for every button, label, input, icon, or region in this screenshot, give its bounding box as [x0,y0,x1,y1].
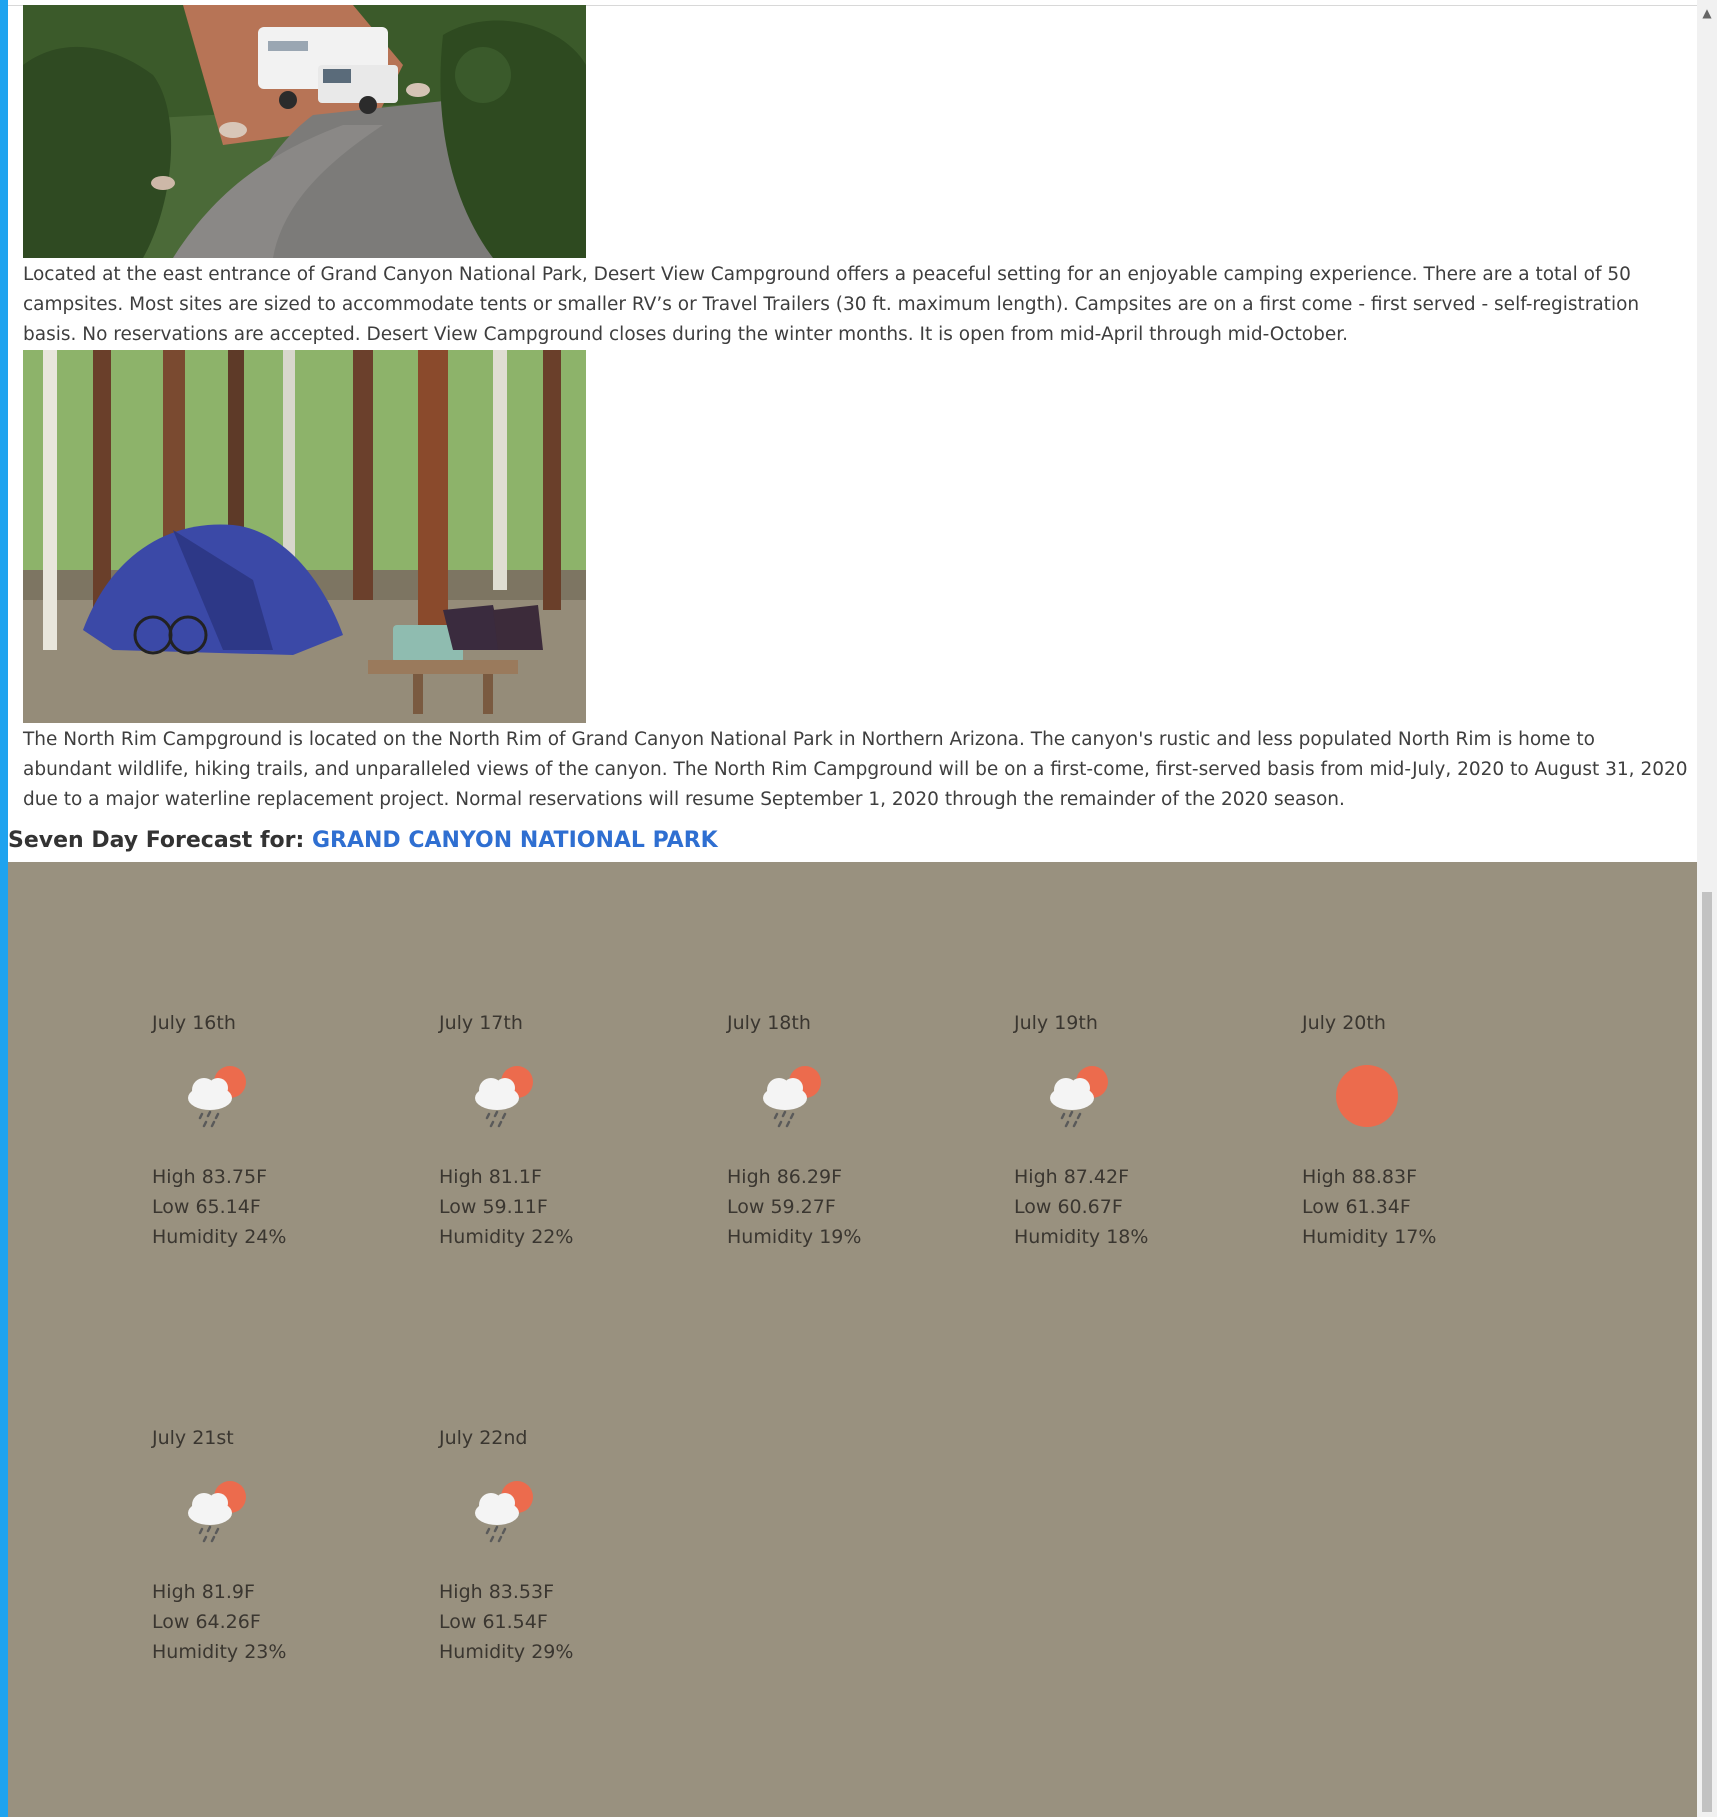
forecast-high: High 81.9F [152,1581,255,1603]
sun-icon [1336,1065,1398,1127]
forecast-heading-label: Seven Day Forecast for: [8,828,305,853]
rain-sun-icon [475,1066,533,1128]
forecast-stats: High 81.1F Low 59.11F Humidity 22% [439,1162,679,1252]
forecast-day-card: July 21st High 81.9F Low 64.26F Humidity… [152,1425,392,1663]
scroll-up-arrow-icon[interactable]: ▲ [1700,6,1714,20]
scrollbar-thumb[interactable] [1702,892,1712,1812]
rain-sun-icon [1050,1066,1108,1128]
forecast-date: July 21st [152,1427,234,1449]
forecast-high: High 86.29F [727,1166,843,1188]
forecast-humidity: Humidity 17% [1302,1226,1437,1248]
north-rim-campground-photo [23,350,586,723]
forecast-humidity: Humidity 19% [727,1226,862,1248]
forecast-date: July 19th [1014,1012,1098,1034]
desert-view-campground-photo [23,5,586,258]
forecast-low: Low 65.14F [152,1196,261,1218]
north-rim-description: The North Rim Campground is located on t… [23,729,1688,810]
forecast-stats: High 87.42F Low 60.67F Humidity 18% [1014,1162,1254,1252]
forecast-low: Low 64.26F [152,1611,261,1633]
forecast-day-card: July 17th High 81.1F Low 59.11F Humidity… [439,1010,679,1248]
forecast-date: July 18th [727,1012,811,1034]
forecast-day-card: July 19th High 87.42F Low 60.67F Humidit… [1014,1010,1254,1248]
forecast-low: Low 61.34F [1302,1196,1411,1218]
forecast-day-card: July 16th High 83.75F Low 65.14F Humidit… [152,1010,392,1248]
forecast-low: Low 59.11F [439,1196,548,1218]
forecast-stats: High 83.75F Low 65.14F Humidity 24% [152,1162,392,1252]
forecast-stats: High 86.29F Low 59.27F Humidity 19% [727,1162,967,1252]
forecast-low: Low 60.67F [1014,1196,1123,1218]
forecast-low: Low 61.54F [439,1611,548,1633]
forecast-stats: High 81.9F Low 64.26F Humidity 23% [152,1577,392,1667]
forecast-location-link[interactable]: GRAND CANYON NATIONAL PARK [312,828,718,853]
forecast-date: July 22nd [439,1427,528,1449]
window-left-edge [0,0,8,1817]
rain-sun-icon [763,1066,821,1128]
page-content: Located at the east entrance of Grand Ca… [8,0,1697,1817]
forecast-date: July 17th [439,1012,523,1034]
forecast-humidity: Humidity 23% [152,1641,287,1663]
desert-view-description: Located at the east entrance of Grand Ca… [23,264,1640,345]
forecast-humidity: Humidity 18% [1014,1226,1149,1248]
rain-sun-icon [475,1481,533,1543]
forecast-humidity: Humidity 29% [439,1641,574,1663]
forecast-high: High 83.75F [152,1166,268,1188]
forecast-stats: High 83.53F Low 61.54F Humidity 29% [439,1577,679,1667]
tent-photo-illustration [23,350,586,723]
forecast-day-card: July 20th High 88.83F Low 61.34F Humidit… [1302,1010,1542,1248]
forecast-day-card: July 22nd High 83.53F Low 61.54F Humidit… [439,1425,679,1663]
forecast-high: High 88.83F [1302,1166,1418,1188]
rain-sun-icon [188,1481,246,1543]
forecast-day-card: July 18th High 86.29F Low 59.27F Humidit… [727,1010,967,1248]
forecast-humidity: Humidity 22% [439,1226,574,1248]
forecast-date: July 16th [152,1012,236,1034]
forecast-high: High 81.1F [439,1166,542,1188]
forecast-heading: Seven Day Forecast for: GRAND CANYON NAT… [8,828,718,853]
rv-photo-illustration [23,5,586,258]
forecast-high: High 83.53F [439,1581,555,1603]
forecast-low: Low 59.27F [727,1196,836,1218]
forecast-date: July 20th [1302,1012,1386,1034]
rain-sun-icon [188,1066,246,1128]
forecast-stats: High 88.83F Low 61.34F Humidity 17% [1302,1162,1542,1252]
forecast-high: High 87.42F [1014,1166,1130,1188]
forecast-humidity: Humidity 24% [152,1226,287,1248]
forecast-panel: July 16th High 83.75F Low 65.14F Humidit… [8,862,1697,1817]
